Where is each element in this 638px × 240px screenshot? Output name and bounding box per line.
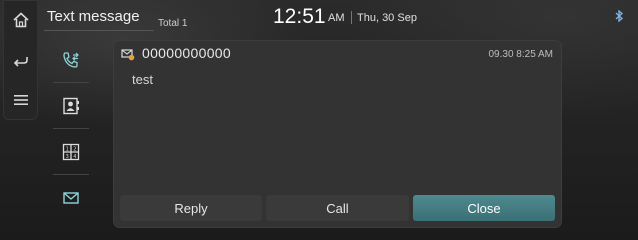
reply-button[interactable]: Reply bbox=[120, 195, 262, 221]
title-underline bbox=[44, 30, 154, 31]
back-icon bbox=[13, 57, 28, 67]
message-actions: Reply Call Close bbox=[120, 195, 555, 221]
svg-text:4: 4 bbox=[73, 154, 76, 160]
bluetooth-status bbox=[612, 9, 626, 23]
message-sender: 00000000000 bbox=[142, 45, 231, 61]
back-button[interactable] bbox=[10, 49, 32, 71]
call-history-icon bbox=[63, 52, 79, 68]
envelope-badge-icon bbox=[121, 49, 135, 61]
messages-icon bbox=[63, 192, 79, 204]
close-button[interactable]: Close bbox=[413, 195, 555, 221]
message-timestamp: 09.30 8:25 AM bbox=[488, 49, 554, 60]
clock-time: 12:51 bbox=[273, 5, 326, 28]
svg-text:2: 2 bbox=[73, 147, 76, 153]
header-separator bbox=[351, 11, 352, 24]
side-divider bbox=[53, 128, 89, 129]
side-divider bbox=[53, 82, 89, 83]
side-item-keypad[interactable]: 1 2 3 4 bbox=[53, 134, 89, 170]
svg-text:3: 3 bbox=[66, 154, 69, 160]
bluetooth-icon bbox=[615, 9, 623, 23]
home-icon bbox=[13, 12, 29, 28]
page-title: Text message bbox=[47, 8, 140, 25]
message-total: Total 1 bbox=[158, 18, 188, 29]
call-button[interactable]: Call bbox=[266, 195, 409, 221]
message-popup: 00000000000 09.30 8:25 AM test Reply Cal… bbox=[114, 41, 561, 227]
menu-icon bbox=[14, 95, 28, 105]
side-item-call-history[interactable] bbox=[53, 43, 89, 79]
keypad-icon: 1 2 3 4 bbox=[62, 143, 80, 161]
side-divider bbox=[53, 174, 89, 175]
svg-text:1: 1 bbox=[66, 147, 69, 153]
message-body: test bbox=[132, 72, 153, 87]
menu-button[interactable] bbox=[10, 89, 32, 111]
contacts-icon bbox=[63, 97, 79, 115]
side-item-contacts[interactable] bbox=[53, 88, 89, 124]
left-rail bbox=[3, 0, 38, 120]
message-sender-icon bbox=[121, 47, 135, 61]
home-button[interactable] bbox=[10, 9, 32, 31]
clock-ampm: AM bbox=[328, 12, 345, 24]
side-item-messages[interactable] bbox=[53, 180, 89, 216]
clock-date: Thu, 30 Sep bbox=[357, 12, 417, 24]
